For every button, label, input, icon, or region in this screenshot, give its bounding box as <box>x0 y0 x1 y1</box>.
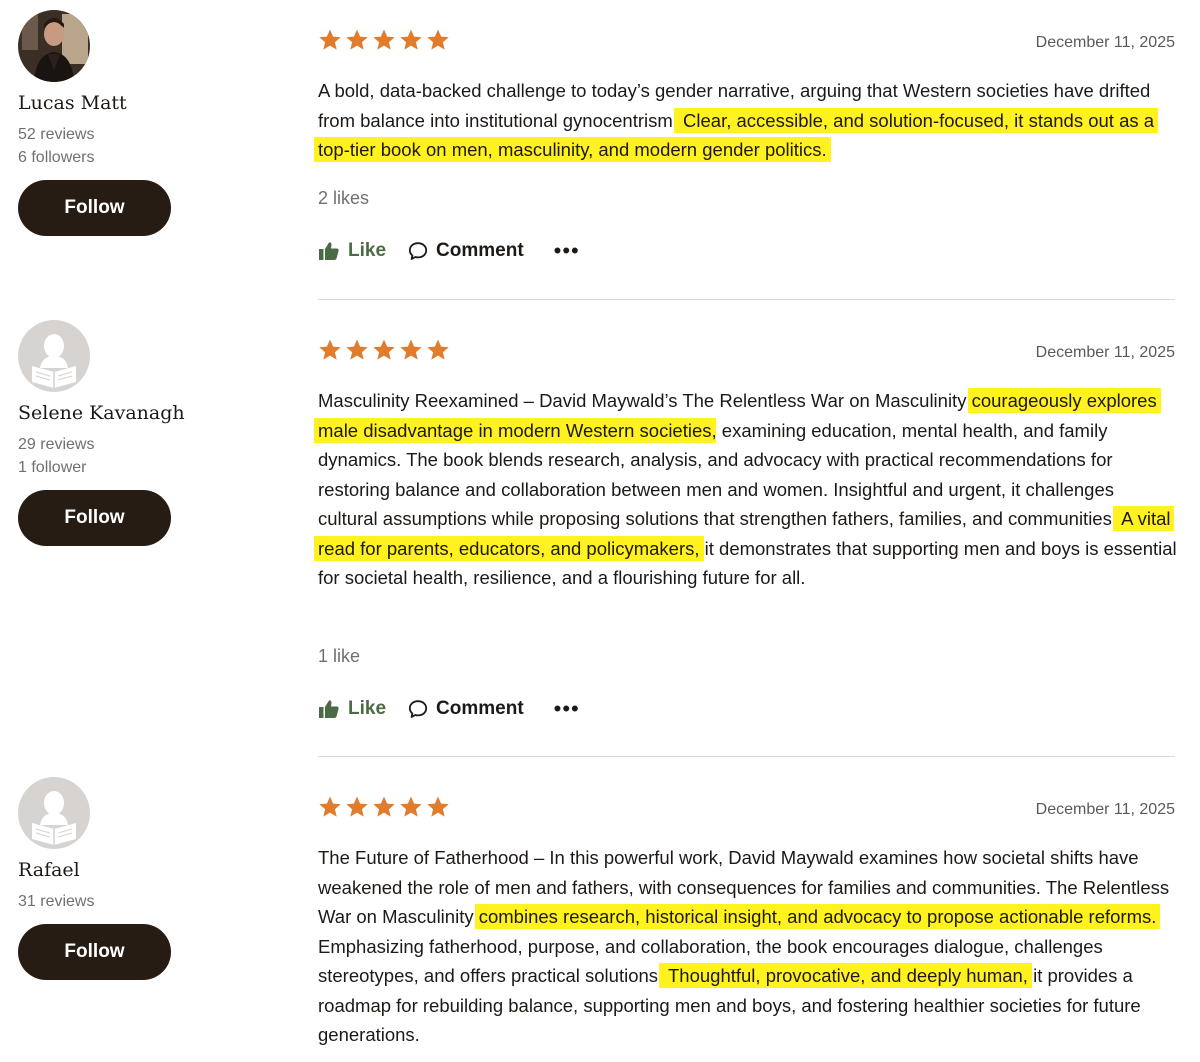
review-date[interactable]: December 11, 2025 <box>1036 801 1175 819</box>
reviewer-name[interactable]: Selene Kavanagh <box>18 402 185 424</box>
star-icon <box>319 29 341 50</box>
star-icon <box>427 29 449 50</box>
reviewer-review-count: 31 reviews <box>18 893 95 910</box>
review-card: Selene Kavanagh 29 reviews 1 follower Fo… <box>0 310 1200 757</box>
likes-count[interactable]: 2 likes <box>318 188 369 209</box>
comment-label: Comment <box>436 698 524 719</box>
thumbs-up-icon <box>319 242 339 260</box>
review-divider <box>318 756 1175 757</box>
review-date[interactable]: December 11, 2025 <box>1036 344 1175 362</box>
comment-bubble-icon <box>408 242 428 260</box>
star-icon <box>400 339 422 360</box>
review-text: Masculinity Reexamined – David Maywald’s… <box>314 386 1178 593</box>
like-button[interactable]: Like <box>318 698 386 720</box>
more-options-button[interactable]: ••• <box>554 696 580 722</box>
review-card: Lucas Matt 52 reviews 6 followers Follow… <box>0 0 1200 300</box>
likes-count[interactable]: 1 like <box>318 646 360 667</box>
star-icon <box>373 29 395 50</box>
like-button[interactable]: Like <box>318 240 386 262</box>
review-card: Rafael 31 reviews Follow December 11, 20… <box>0 767 1200 1062</box>
reviewer-avatar-photo[interactable] <box>18 10 90 82</box>
review-actions: Like Comment ••• <box>318 696 580 722</box>
review-text-highlight: combines research, historical insight, a… <box>474 904 1161 929</box>
reviewer-follower-count: 1 follower <box>18 459 87 476</box>
comment-bubble-icon <box>408 700 428 718</box>
follow-button[interactable]: Follow <box>18 180 171 236</box>
star-icon <box>319 339 341 360</box>
more-horizontal-icon: ••• <box>553 696 580 721</box>
star-rating <box>318 338 450 362</box>
reviewer-review-count: 52 reviews <box>18 126 95 143</box>
reviewer-review-count: 29 reviews <box>18 436 95 453</box>
star-icon <box>400 29 422 50</box>
star-icon <box>427 796 449 817</box>
reviewer-avatar-default[interactable] <box>18 777 90 849</box>
review-date[interactable]: December 11, 2025 <box>1036 34 1175 52</box>
star-icon <box>346 29 368 50</box>
review-text-segment: Masculinity Reexamined – David Maywald’s… <box>318 390 972 411</box>
star-icon <box>373 796 395 817</box>
star-icon <box>373 339 395 360</box>
review-text-highlight: Thoughtful, provocative, and deeply huma… <box>659 963 1032 988</box>
like-label: Like <box>348 698 387 719</box>
review-divider <box>318 299 1175 300</box>
comment-label: Comment <box>436 240 524 261</box>
reviewer-avatar-default[interactable] <box>18 320 90 392</box>
reviewer-follower-count: 6 followers <box>18 149 95 166</box>
star-rating <box>318 28 450 52</box>
follow-button[interactable]: Follow <box>18 924 171 980</box>
review-text: A bold, data-backed challenge to today’s… <box>314 76 1178 165</box>
star-icon <box>346 796 368 817</box>
like-label: Like <box>348 240 387 261</box>
reviewer-name[interactable]: Rafael <box>18 859 80 881</box>
star-icon <box>346 339 368 360</box>
star-icon <box>400 796 422 817</box>
star-icon <box>427 339 449 360</box>
review-actions: Like Comment ••• <box>318 238 580 264</box>
comment-button[interactable]: Comment <box>408 240 524 262</box>
more-horizontal-icon: ••• <box>553 238 580 263</box>
follow-button[interactable]: Follow <box>18 490 171 546</box>
star-icon <box>319 796 341 817</box>
reviewer-name[interactable]: Lucas Matt <box>18 92 127 114</box>
thumbs-up-icon <box>319 700 339 718</box>
star-rating <box>318 795 450 819</box>
review-text: The Future of Fatherhood – In this power… <box>318 843 1178 1050</box>
comment-button[interactable]: Comment <box>408 698 524 720</box>
more-options-button[interactable]: ••• <box>554 238 580 264</box>
